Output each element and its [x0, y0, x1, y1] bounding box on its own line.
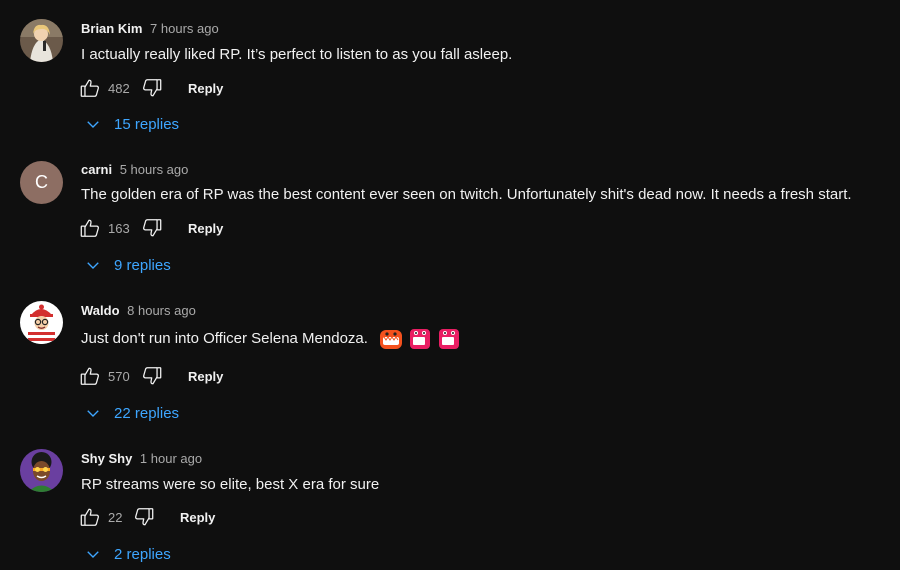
orange-monster-emote-icon — [380, 330, 403, 349]
thumbs-up-icon — [80, 219, 99, 237]
thumbs-up-icon — [80, 367, 99, 385]
comment-header: Brian Kim 7 hours ago — [81, 21, 219, 37]
like-count: 570 — [108, 368, 130, 384]
avatar-initial: C — [35, 172, 48, 192]
thumbs-down-icon — [143, 219, 162, 237]
like-button[interactable] — [78, 76, 102, 100]
comment-header: carni 5 hours ago — [81, 162, 188, 178]
timestamp[interactable]: 8 hours ago — [127, 303, 196, 318]
comment-text: RP streams were so elite, best X era for… — [81, 476, 380, 493]
comment-text-body: Just don't run into Officer Selena Mendo… — [81, 329, 368, 347]
reply-button[interactable]: Reply — [180, 510, 215, 525]
dislike-button[interactable] — [140, 76, 164, 100]
like-button[interactable] — [78, 505, 102, 529]
reply-button[interactable]: Reply — [188, 81, 223, 96]
author-name[interactable]: Brian Kim — [81, 21, 142, 36]
comment-actions: 163 Reply — [78, 216, 223, 240]
author-name[interactable]: carni — [81, 162, 112, 177]
chevron-down-icon — [84, 256, 102, 274]
thumbs-up-icon — [80, 79, 99, 97]
comment-header: Waldo 8 hours ago — [81, 303, 196, 319]
replies-count-label: 2 replies — [114, 545, 171, 563]
author-name[interactable]: Shy Shy — [81, 451, 132, 466]
like-button[interactable] — [78, 216, 102, 240]
view-replies-button[interactable]: 22 replies — [84, 402, 179, 424]
pink-monster-emote-icon — [410, 329, 431, 349]
comment-text: The golden era of RP was the best conten… — [81, 186, 852, 203]
replies-count-label: 9 replies — [114, 256, 171, 274]
chevron-down-icon — [84, 545, 102, 563]
avatar[interactable] — [20, 449, 63, 492]
like-count: 482 — [108, 80, 130, 96]
comment-actions: 570 Reply — [78, 364, 223, 388]
comment-text: I actually really liked RP. It’s perfect… — [81, 46, 513, 63]
avatar[interactable]: C — [20, 161, 63, 204]
view-replies-button[interactable]: 2 replies — [84, 543, 171, 565]
timestamp[interactable]: 5 hours ago — [120, 162, 189, 177]
comment-text: Just don't run into Officer Selena Mendo… — [81, 326, 462, 352]
chevron-down-icon — [84, 115, 102, 133]
dislike-button[interactable] — [140, 364, 164, 388]
reply-button[interactable]: Reply — [188, 369, 223, 384]
avatar[interactable] — [20, 301, 63, 344]
comment-actions: 22 Reply — [78, 505, 215, 529]
comment-actions: 482 Reply — [78, 76, 223, 100]
replies-count-label: 15 replies — [114, 115, 180, 133]
thumbs-down-icon — [143, 79, 162, 97]
emote-group — [378, 326, 462, 352]
dislike-button[interactable] — [140, 216, 164, 240]
thumbs-down-icon — [135, 508, 154, 526]
dislike-button[interactable] — [132, 505, 156, 529]
replies-count-label: 22 replies — [114, 404, 180, 422]
view-replies-button[interactable]: 15 replies — [84, 113, 179, 135]
comments-section: Brian Kim 7 hours ago I actually really … — [0, 0, 900, 570]
chevron-down-icon — [84, 404, 102, 422]
comment-header: Shy Shy 1 hour ago — [81, 451, 202, 467]
timestamp[interactable]: 7 hours ago — [150, 21, 219, 36]
view-replies-button[interactable]: 9 replies — [84, 254, 171, 276]
reply-button[interactable]: Reply — [188, 221, 223, 236]
like-count: 22 — [108, 509, 123, 525]
avatar[interactable] — [20, 19, 63, 62]
timestamp[interactable]: 1 hour ago — [140, 451, 202, 466]
like-count: 163 — [108, 220, 130, 236]
pink-monster-emote-icon — [439, 329, 460, 349]
thumbs-down-icon — [143, 367, 162, 385]
thumbs-up-icon — [80, 508, 99, 526]
like-button[interactable] — [78, 364, 102, 388]
author-name[interactable]: Waldo — [81, 303, 120, 318]
